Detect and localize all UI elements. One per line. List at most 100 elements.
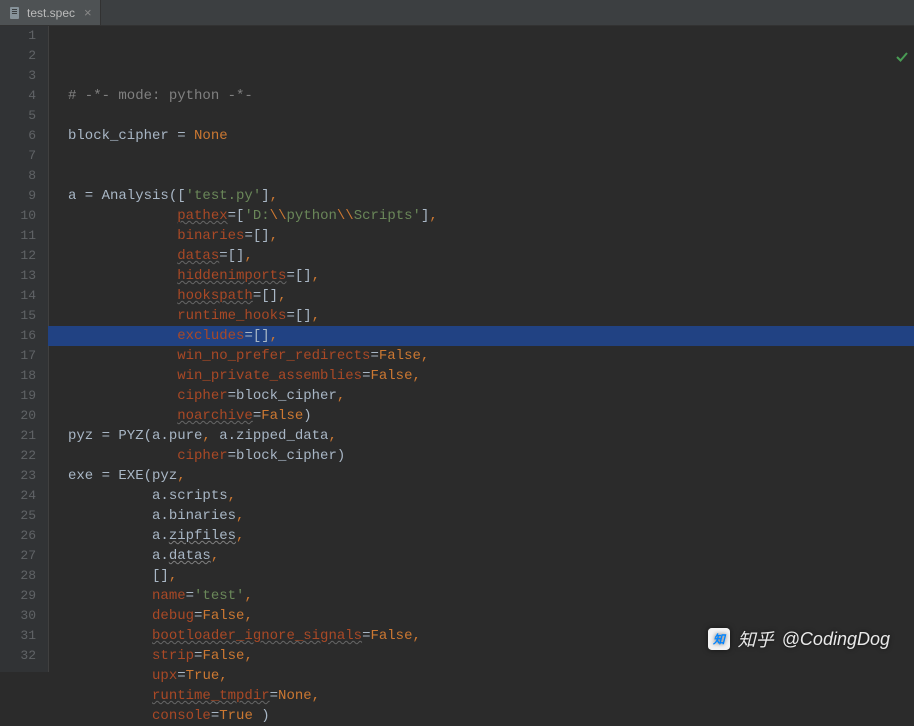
code-token: , — [236, 508, 244, 524]
code-token: strip — [152, 648, 194, 664]
code-line[interactable]: a = Analysis(['test.py'], — [68, 186, 914, 206]
code-line[interactable]: block_cipher = None — [68, 126, 914, 146]
watermark: 知 知乎 @CodingDog — [708, 626, 890, 652]
code-line[interactable]: win_private_assemblies=False, — [68, 366, 914, 386]
code-line[interactable]: console=True ) — [68, 706, 914, 726]
code-token: =[] — [286, 308, 311, 324]
inspection-status-icon[interactable] — [853, 30, 908, 90]
code-token: a. — [68, 528, 169, 544]
code-token — [68, 608, 152, 624]
line-number: 7 — [0, 146, 36, 166]
code-token: False, — [202, 648, 252, 664]
code-token: = — [186, 588, 194, 604]
code-token: exe = EXE(pyz — [68, 468, 177, 484]
code-token: =[] — [253, 288, 278, 304]
code-token: hiddenimports — [177, 268, 286, 284]
code-line[interactable]: runtime_tmpdir=None, — [68, 686, 914, 706]
code-line[interactable]: # -*- mode: python -*- — [68, 86, 914, 106]
line-number: 32 — [0, 646, 36, 666]
code-line[interactable]: pyz = PYZ(a.pure, a.zipped_data, — [68, 426, 914, 446]
code-token — [68, 388, 177, 404]
watermark-brand: 知乎 — [738, 626, 774, 652]
code-token: console — [152, 708, 211, 724]
code-line[interactable]: hookspath=[], — [68, 286, 914, 306]
code-line[interactable]: a.scripts, — [68, 486, 914, 506]
code-line[interactable]: noarchive=False) — [68, 406, 914, 426]
code-token: Scripts' — [354, 208, 421, 224]
close-icon[interactable]: × — [80, 5, 92, 20]
code-token: a.binaries — [68, 508, 236, 524]
code-line[interactable]: win_no_prefer_redirects=False, — [68, 346, 914, 366]
code-token — [68, 228, 177, 244]
code-line[interactable] — [68, 146, 914, 166]
code-token: 'test.py' — [186, 188, 262, 204]
code-token — [68, 288, 177, 304]
code-token: python — [286, 208, 336, 224]
code-token: False, — [370, 368, 420, 384]
code-token: =[] — [219, 248, 244, 264]
code-token: , — [244, 588, 252, 604]
tab-bar: test.spec × — [0, 0, 914, 26]
line-number: 27 — [0, 546, 36, 566]
line-number: 6 — [0, 126, 36, 146]
code-token: binaries — [177, 228, 244, 244]
code-token — [68, 208, 177, 224]
code-token: , — [270, 188, 278, 204]
code-line[interactable]: binaries=[], — [68, 226, 914, 246]
line-number: 29 — [0, 586, 36, 606]
code-line[interactable]: cipher=block_cipher) — [68, 446, 914, 466]
code-token: = — [370, 348, 378, 364]
line-number: 16 — [0, 326, 36, 346]
code-token — [68, 688, 152, 704]
code-token — [68, 628, 152, 644]
line-number: 28 — [0, 566, 36, 586]
line-number: 21 — [0, 426, 36, 446]
code-line[interactable]: upx=True, — [68, 666, 914, 686]
line-number: 11 — [0, 226, 36, 246]
code-token: cipher — [177, 388, 227, 404]
code-token: ) — [303, 408, 311, 424]
code-line[interactable]: a.datas, — [68, 546, 914, 566]
line-number: 13 — [0, 266, 36, 286]
code-token: = — [211, 708, 219, 724]
line-number: 17 — [0, 346, 36, 366]
line-number: 15 — [0, 306, 36, 326]
code-line[interactable] — [68, 166, 914, 186]
code-line[interactable]: excludes=[], — [68, 326, 914, 346]
code-line[interactable]: datas=[], — [68, 246, 914, 266]
code-token: = — [270, 688, 278, 704]
code-token — [68, 308, 177, 324]
line-number: 23 — [0, 466, 36, 486]
code-area[interactable]: # -*- mode: python -*- block_cipher = Non… — [60, 26, 914, 672]
code-line[interactable]: hiddenimports=[], — [68, 266, 914, 286]
code-line[interactable]: debug=False, — [68, 606, 914, 626]
code-token: excludes — [177, 328, 244, 344]
code-token — [68, 268, 177, 284]
code-token: # -*- mode: python -*- — [68, 88, 253, 104]
code-token: , — [429, 208, 437, 224]
code-line[interactable]: cipher=block_cipher, — [68, 386, 914, 406]
code-line[interactable]: [], — [68, 566, 914, 586]
code-line[interactable]: pathex=['D:\\python\\Scripts'], — [68, 206, 914, 226]
code-token: , — [202, 428, 219, 444]
editor[interactable]: 1234567891011121314151617181920212223242… — [0, 26, 914, 672]
code-line[interactable]: runtime_hooks=[], — [68, 306, 914, 326]
code-token: , — [337, 388, 345, 404]
code-line[interactable]: name='test', — [68, 586, 914, 606]
code-token: datas — [169, 548, 211, 564]
code-line[interactable] — [68, 106, 914, 126]
code-token: runtime_hooks — [177, 308, 286, 324]
line-number: 18 — [0, 366, 36, 386]
tab-filename: test.spec — [27, 6, 75, 20]
code-token: a = Analysis([ — [68, 188, 186, 204]
code-line[interactable]: a.binaries, — [68, 506, 914, 526]
code-token: = — [253, 408, 261, 424]
line-number: 20 — [0, 406, 36, 426]
code-line[interactable]: exe = EXE(pyz, — [68, 466, 914, 486]
code-token: a.scripts — [68, 488, 228, 504]
code-token — [68, 668, 152, 684]
code-token: False, — [370, 628, 420, 644]
tab-test-spec[interactable]: test.spec × — [0, 0, 101, 25]
code-token — [68, 448, 177, 464]
code-line[interactable]: a.zipfiles, — [68, 526, 914, 546]
